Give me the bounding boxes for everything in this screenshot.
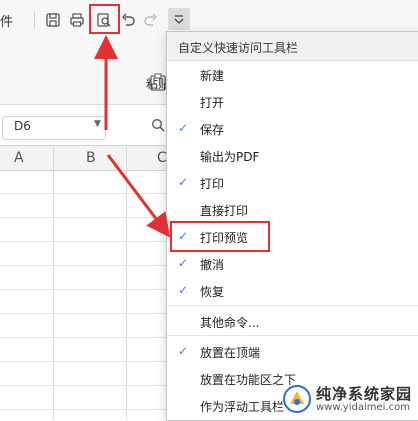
watermark-logo-icon <box>282 384 312 417</box>
watermark-url: www.yidaimei.com <box>316 402 410 413</box>
annotation-arrows <box>94 35 171 238</box>
arrow-down-right <box>106 154 171 238</box>
watermark-title: 纯净系统家园 <box>316 385 413 403</box>
